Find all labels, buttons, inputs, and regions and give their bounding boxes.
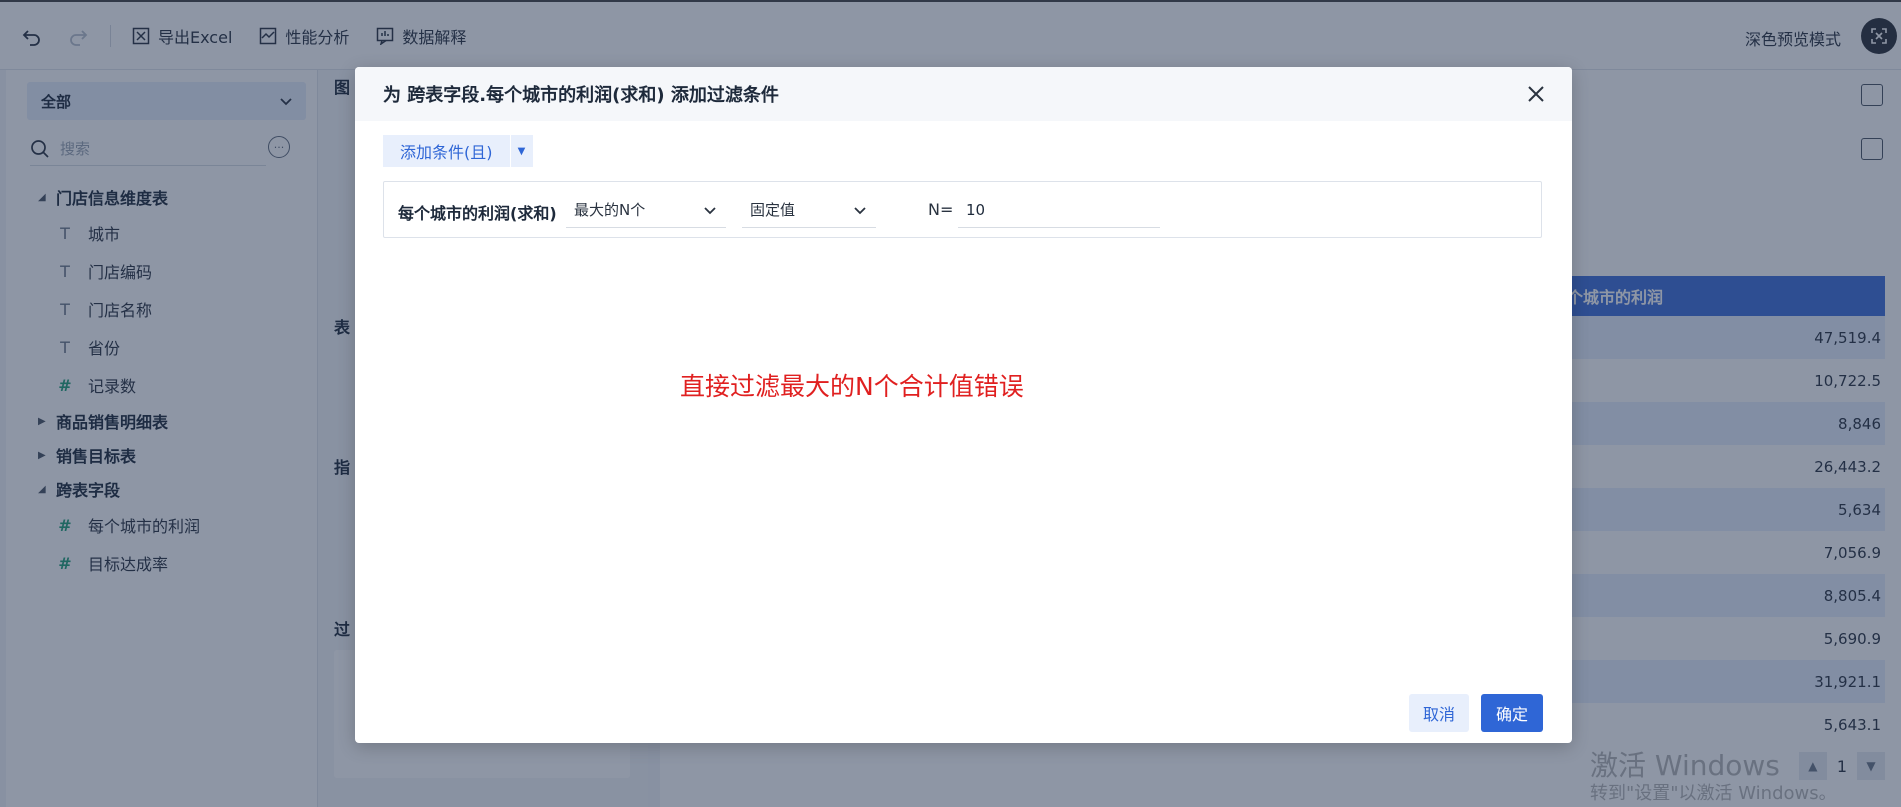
n-value-input[interactable] bbox=[958, 192, 1160, 228]
n-label: N= bbox=[928, 200, 954, 219]
condition-row: 每个城市的利润(求和) 最大的N个 固定值 N= bbox=[383, 181, 1542, 238]
close-icon[interactable] bbox=[1526, 84, 1546, 104]
operator-select-value: 最大的N个 bbox=[574, 201, 646, 219]
condition-field-name: 每个城市的利润(求和) bbox=[398, 204, 557, 223]
dialog-title: 为 跨表字段.每个城市的利润(求和) 添加过滤条件 bbox=[383, 85, 779, 106]
value-type-select[interactable]: 固定值 bbox=[742, 192, 876, 228]
annotation-note: 直接过滤最大的N个合计值错误 bbox=[680, 372, 1024, 401]
confirm-button[interactable]: 确定 bbox=[1481, 694, 1543, 732]
chevron-down-icon bbox=[854, 207, 866, 215]
add-condition-button[interactable]: 添加条件(且) bbox=[383, 135, 511, 167]
add-condition-split-button: 添加条件(且) ▼ bbox=[383, 135, 533, 167]
caret-down-icon: ▼ bbox=[517, 145, 526, 157]
dialog-header: 为 跨表字段.每个城市的利润(求和) 添加过滤条件 bbox=[355, 67, 1572, 121]
value-type-select-value: 固定值 bbox=[750, 201, 796, 219]
add-condition-dropdown[interactable]: ▼ bbox=[510, 135, 533, 167]
add-filter-dialog: 为 跨表字段.每个城市的利润(求和) 添加过滤条件 添加条件(且) ▼ 每个城市… bbox=[355, 67, 1572, 743]
cancel-button[interactable]: 取消 bbox=[1409, 694, 1469, 732]
chevron-down-icon bbox=[704, 207, 716, 215]
operator-select[interactable]: 最大的N个 bbox=[566, 192, 726, 228]
